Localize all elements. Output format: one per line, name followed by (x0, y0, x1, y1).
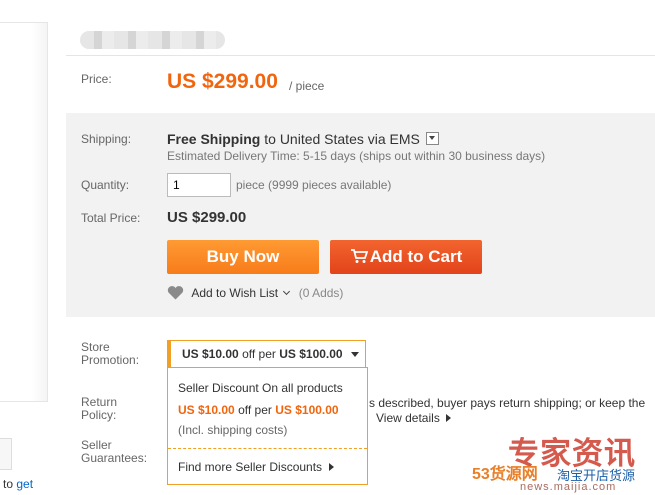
heart-icon[interactable] (167, 286, 184, 300)
store-promotion-label-line2: Promotion: (81, 353, 140, 367)
shipping-cost-note: (Incl. shipping costs) (178, 423, 288, 437)
store-promotion-label: Store Promotion: (81, 341, 139, 367)
wishlist-count: (0 Adds) (298, 286, 344, 300)
total-price-label: Total Price: (81, 211, 141, 225)
shipping-label: Shipping: (81, 132, 132, 146)
wishlist-row: Add to Wish List (0 Adds) (167, 286, 343, 300)
shipping-destination[interactable]: United States via EMS (280, 131, 420, 147)
buy-now-button[interactable]: Buy Now (167, 240, 319, 274)
quantity-note: piece (9999 pieces available) (236, 178, 392, 192)
promo-threshold: US $100.00 (279, 347, 343, 361)
watermark-url: news.maijia.com (520, 481, 617, 493)
promo-amount: US $10.00 (182, 347, 239, 361)
seller-guarantees-label-line2: Guarantees: (81, 451, 148, 465)
seller-discount-line: US $10.00 off per US $100.00 (178, 403, 339, 417)
product-image-fragment (0, 22, 48, 402)
delivery-estimate: Estimated Delivery Time: 5-15 days (ship… (167, 149, 546, 163)
add-to-wishlist-link[interactable]: Add to Wish List (191, 286, 278, 300)
quantity-input[interactable] (167, 173, 231, 197)
find-more-discounts-link[interactable]: Find more Seller Discounts (178, 460, 322, 474)
total-price-value: US $299.00 (167, 209, 247, 226)
caret-down-icon (350, 352, 359, 357)
promotion-dropdown-panel: Seller Discount On all products US $10.0… (167, 367, 368, 485)
title-divider (66, 55, 655, 56)
left-text: to get (3, 477, 33, 491)
seller-discount-title: Seller Discount On all products (178, 381, 343, 395)
shipping-line: Free Shipping to United States via EMS (167, 131, 439, 147)
product-title-blurred (80, 31, 225, 49)
panel-promo-threshold: US $100.00 (275, 403, 339, 417)
shipping-to: to (264, 131, 276, 147)
thumbnail-fragment[interactable] (0, 438, 12, 470)
price-label: Price: (81, 72, 112, 86)
cart-icon (350, 249, 368, 263)
price-unit: / piece (289, 79, 325, 93)
caret-right-icon (446, 414, 452, 422)
find-more-row: Find more Seller Discounts (178, 460, 335, 474)
add-to-cart-label: Add to Cart (369, 247, 463, 266)
shipping-method: Free Shipping (167, 131, 261, 147)
price-value: US $299.00 (167, 70, 278, 93)
return-policy-label: Return Policy: (81, 396, 117, 422)
chevron-down-icon[interactable] (283, 287, 291, 296)
return-policy-text: s described, buyer pays return shipping;… (369, 396, 646, 410)
shipping-dropdown-icon[interactable] (425, 132, 439, 145)
return-policy-label-line2: Policy: (81, 408, 117, 422)
quantity-label: Quantity: (81, 178, 130, 192)
seller-guarantees-label: Seller Guarantees: (81, 439, 147, 465)
view-details-row: View details (376, 411, 452, 425)
caret-right-icon (329, 463, 335, 471)
view-details-link[interactable]: View details (376, 411, 440, 425)
store-promotion-dropdown[interactable]: US $10.00 off per US $100.00 (167, 340, 366, 368)
left-text-to: to (3, 477, 14, 491)
promo-off-per: off per (242, 347, 276, 361)
add-to-cart-button[interactable]: Add to Cart (330, 240, 482, 274)
panel-promo-amount: US $10.00 (178, 403, 235, 417)
panel-divider (168, 448, 367, 449)
get-link[interactable]: get (16, 477, 33, 491)
panel-promo-off-per: off per (238, 403, 272, 417)
